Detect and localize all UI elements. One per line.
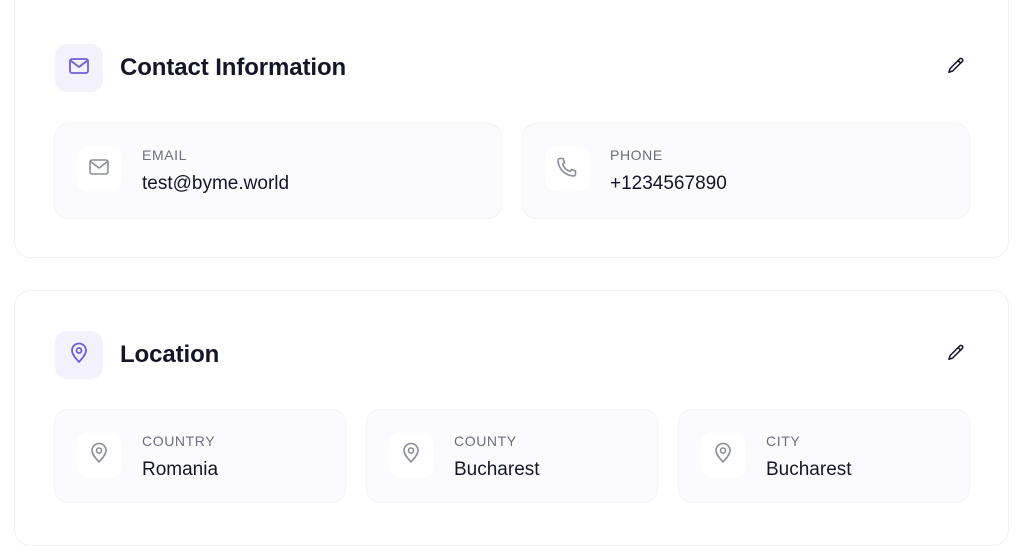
location-card: Location COUNTRY Romania COUNTY Buchares… xyxy=(14,290,1009,546)
contact-card-title: Contact Information xyxy=(120,54,347,81)
email-field-icon-box xyxy=(77,147,121,191)
contact-fields: EMAIL test@byme.world PHONE +1234567890 xyxy=(54,123,970,219)
location-card-header: Location xyxy=(55,330,968,380)
county-field: COUNTY Bucharest xyxy=(366,409,658,503)
county-field-icon-box xyxy=(389,433,433,477)
pencil-icon xyxy=(946,56,966,81)
city-value: Bucharest xyxy=(766,459,852,480)
edit-location-button[interactable] xyxy=(938,337,974,373)
location-fields: COUNTRY Romania COUNTY Bucharest CITY Bu… xyxy=(54,409,970,503)
profile-page: Contact Information EMAIL test@byme.worl… xyxy=(0,0,1024,546)
pencil-icon xyxy=(946,343,966,368)
contact-information-card: Contact Information EMAIL test@byme.worl… xyxy=(14,0,1009,258)
county-label: COUNTY xyxy=(454,433,517,449)
contact-header-icon-box xyxy=(55,44,103,92)
city-label: CITY xyxy=(766,433,801,449)
mail-icon xyxy=(87,155,111,184)
email-label: EMAIL xyxy=(142,147,188,163)
phone-field-icon-box xyxy=(545,147,589,191)
map-pin-icon xyxy=(87,441,111,470)
contact-card-header: Contact Information xyxy=(55,43,968,93)
phone-field: PHONE +1234567890 xyxy=(522,123,970,219)
country-field: COUNTRY Romania xyxy=(54,409,346,503)
location-card-title: Location xyxy=(120,341,220,368)
email-field: EMAIL test@byme.world xyxy=(54,123,502,219)
city-field-icon-box xyxy=(701,433,745,477)
map-pin-icon xyxy=(711,441,735,470)
phone-label: PHONE xyxy=(610,147,663,163)
map-pin-icon xyxy=(399,441,423,470)
location-header-icon-box xyxy=(55,331,103,379)
country-value: Romania xyxy=(142,459,219,480)
city-field: CITY Bucharest xyxy=(678,409,970,503)
country-label: COUNTRY xyxy=(142,433,216,449)
phone-value: +1234567890 xyxy=(610,173,727,194)
edit-contact-button[interactable] xyxy=(938,50,974,86)
map-pin-icon xyxy=(67,341,91,370)
email-value: test@byme.world xyxy=(142,173,290,194)
country-field-icon-box xyxy=(77,433,121,477)
county-value: Bucharest xyxy=(454,459,540,480)
phone-icon xyxy=(555,155,579,184)
mail-icon xyxy=(67,54,91,83)
